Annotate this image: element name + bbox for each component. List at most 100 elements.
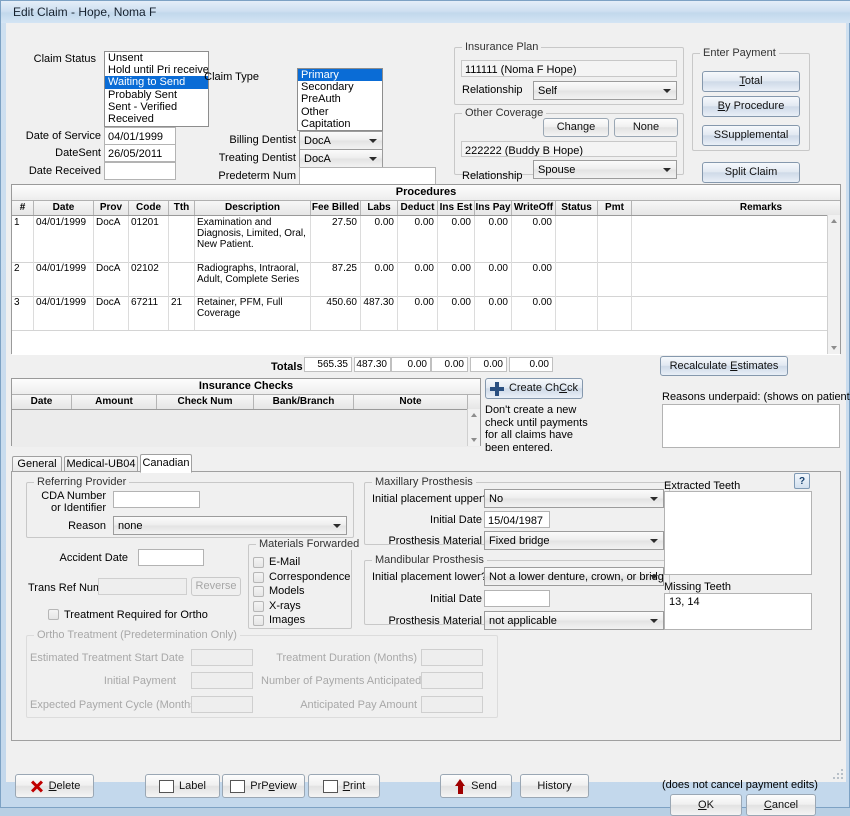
table-cell <box>598 216 632 262</box>
help-icon[interactable]: ? <box>794 473 810 489</box>
tab-canadian[interactable]: Canadian <box>140 454 192 473</box>
cancel-button[interactable]: Cancel <box>746 794 816 816</box>
chevron-down-icon <box>650 496 658 501</box>
column-header[interactable]: Date <box>34 201 94 215</box>
plus-icon <box>489 381 504 396</box>
claim-type-listbox[interactable]: Primary Secondary PreAuth Other Capitation <box>297 68 383 131</box>
mandibular-initial-date-input[interactable] <box>484 590 550 607</box>
claim-type-option[interactable]: Capitation <box>298 118 382 130</box>
billing-dentist-select[interactable]: DocA <box>299 131 383 150</box>
column-header[interactable]: Ins Pay <box>475 201 512 215</box>
material-checkbox[interactable] <box>253 600 264 612</box>
claim-type-option[interactable]: Secondary <box>298 81 382 93</box>
claim-status-option[interactable]: Unsent <box>105 52 208 64</box>
preview-button[interactable]: PrPeview <box>222 774 305 798</box>
procedures-scrollbar[interactable] <box>827 215 840 354</box>
material-checkbox[interactable] <box>253 557 264 568</box>
scroll-up-icon[interactable] <box>828 215 840 227</box>
column-header[interactable]: Fee Billed <box>311 201 361 215</box>
date-of-service-input[interactable]: 04/01/1999 <box>104 127 176 145</box>
ok-button[interactable]: OK <box>670 794 742 816</box>
split-claim-button[interactable]: Split Claim <box>702 162 800 183</box>
column-header[interactable]: Tth <box>169 201 195 215</box>
scroll-up-icon[interactable] <box>468 409 480 421</box>
material-checkbox[interactable] <box>253 615 264 626</box>
material-checkbox[interactable] <box>253 586 264 597</box>
mandibular-initial-placement-select[interactable]: Not a lower denture, crown, or bridge <box>484 567 664 586</box>
date-received-label: Date Received <box>28 165 101 177</box>
other-coverage-none-button[interactable]: None <box>614 118 678 137</box>
column-header[interactable]: Pmt <box>598 201 632 215</box>
insurance-plan-relationship-select[interactable]: Self <box>533 81 677 100</box>
column-header[interactable]: Remarks <box>632 201 850 215</box>
print-button[interactable]: Print <box>308 774 380 798</box>
recalculate-estimates-button[interactable]: Recalculate Estimates <box>660 356 788 376</box>
claim-status-option[interactable]: Sent - Verified <box>105 101 208 113</box>
claim-status-option[interactable]: Probably Sent <box>105 89 208 101</box>
table-row[interactable]: 2 04/01/1999 DocA 02102 Radiographs, Intraor… <box>12 262 840 297</box>
treatment-required-ortho-checkbox[interactable] <box>48 609 59 620</box>
claim-type-option[interactable]: Other <box>298 106 382 118</box>
table-row[interactable]: 3 04/01/1999 DocA 67211 21 Retainer, PFM, Ful… <box>12 296 840 331</box>
claim-status-listbox[interactable]: Unsent Hold until Pri received Waiting to … <box>104 51 209 127</box>
referring-reason-select[interactable]: none <box>113 516 347 535</box>
scroll-down-icon[interactable] <box>468 434 480 446</box>
reverse-button: Reverse <box>191 577 241 596</box>
table-cell: 0.00 <box>438 296 475 330</box>
create-check-hint: Don't create a new check until payments … <box>485 404 588 454</box>
insurance-checks-body[interactable] <box>12 410 480 447</box>
column-header[interactable]: Bank/Branch <box>254 395 354 409</box>
send-button[interactable]: Send <box>440 774 512 798</box>
column-header[interactable]: Note <box>354 395 468 409</box>
insurance-plan-relationship-value: Self <box>538 85 557 97</box>
column-header[interactable]: Date <box>12 395 72 409</box>
supplemental-pre: S <box>713 129 722 141</box>
column-header[interactable]: Labs <box>361 201 398 215</box>
maxillary-material-select[interactable]: Fixed bridge <box>484 531 664 550</box>
label-button[interactable]: Label <box>145 774 220 798</box>
column-header[interactable]: Description <box>195 201 311 215</box>
ortho-field-5-input <box>421 696 483 713</box>
missing-teeth-input[interactable]: 13, 14 <box>664 593 812 630</box>
claim-type-option[interactable]: PreAuth <box>298 93 382 105</box>
reasons-underpaid-input[interactable] <box>662 404 840 448</box>
other-coverage-change-button[interactable]: Change <box>543 118 609 137</box>
column-header[interactable]: Amount <box>72 395 157 409</box>
accident-date-label: Accident Date <box>59 552 128 564</box>
resize-grip[interactable] <box>833 769 843 779</box>
column-header[interactable]: WriteOff <box>512 201 556 215</box>
trans-ref-num-label: Trans Ref Num <box>28 582 103 594</box>
column-header[interactable]: Status <box>556 201 598 215</box>
extracted-teeth-input[interactable] <box>664 491 812 575</box>
procedures-body[interactable]: 1 04/01/1999 DocA 01201 Examination and Diag… <box>12 216 840 355</box>
enter-payment-total-button[interactable]: Total <box>702 71 800 92</box>
maxillary-initial-date-input[interactable]: 15/04/1987 <box>484 511 550 528</box>
accident-date-input[interactable] <box>138 549 204 566</box>
column-header[interactable]: Check Num <box>157 395 254 409</box>
create-check-button[interactable]: Create ChCck <box>485 378 583 399</box>
material-checkbox[interactable] <box>253 571 264 583</box>
column-header[interactable]: Ins Est <box>438 201 475 215</box>
treating-dentist-select[interactable]: DocA <box>299 149 383 168</box>
other-coverage-relationship-select[interactable]: Spouse <box>533 160 677 179</box>
column-header[interactable]: Code <box>129 201 169 215</box>
insurance-checks-scrollbar[interactable] <box>467 409 480 446</box>
maxillary-initial-placement-select[interactable]: No <box>484 489 664 508</box>
scroll-down-icon[interactable] <box>828 342 840 354</box>
claim-type-option[interactable]: Primary <box>298 69 382 82</box>
edit-claim-window: Edit Claim - Hope, Noma F Claim Status U… <box>0 0 850 816</box>
mandibular-material-select[interactable]: not applicable <box>484 611 664 630</box>
enter-payment-supplemental-button[interactable]: SSupplemental <box>702 125 800 146</box>
cda-number-input[interactable] <box>113 491 200 508</box>
predeterm-num-input[interactable] <box>299 167 436 185</box>
column-header[interactable]: Deduct <box>398 201 438 215</box>
date-received-input[interactable] <box>104 162 176 180</box>
enter-payment-by-procedure-button[interactable]: By Procedure <box>702 96 800 117</box>
column-header[interactable]: Prov <box>94 201 129 215</box>
history-button[interactable]: History <box>520 774 589 798</box>
column-header[interactable]: # <box>12 201 34 215</box>
date-sent-input[interactable]: 26/05/2011 <box>104 144 176 162</box>
table-row[interactable]: 1 04/01/1999 DocA 01201 Examination and Diag… <box>12 216 840 263</box>
claim-status-option[interactable]: Received <box>105 113 208 125</box>
delete-button[interactable]: Delete <box>15 774 94 798</box>
